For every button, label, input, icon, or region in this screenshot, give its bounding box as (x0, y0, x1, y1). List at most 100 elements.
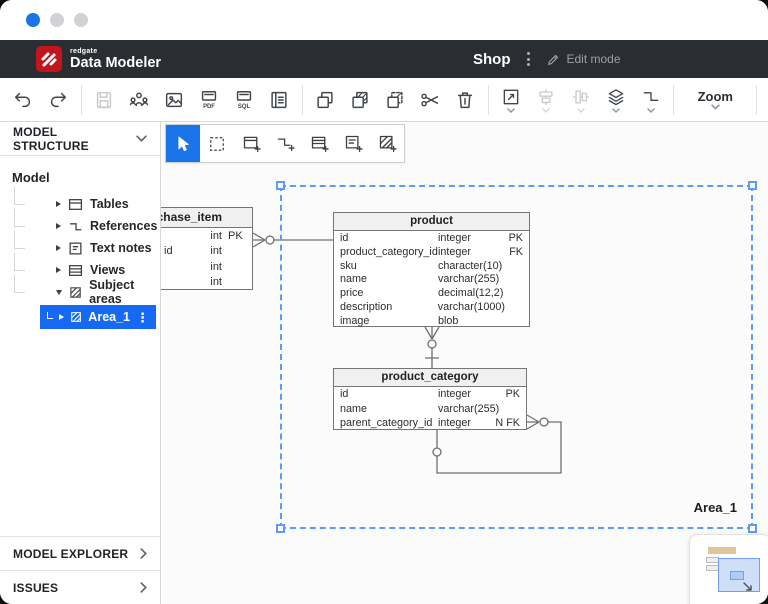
align-vertical-dropdown[interactable] (564, 81, 599, 119)
chevron-down-icon (507, 108, 515, 113)
edit-mode-label: Edit mode (567, 52, 621, 66)
er-column-row[interactable]: pricedecimal(12,2) (334, 286, 529, 300)
delete-button[interactable] (448, 81, 483, 119)
resize-handle-top-left[interactable] (276, 181, 285, 190)
expand-arrow-icon[interactable] (56, 267, 61, 273)
expand-arrow-icon[interactable] (59, 314, 64, 320)
brand-text: redgate Data Modeler (70, 48, 161, 71)
model-structure-title: MODEL STRUCTURE (13, 125, 136, 153)
add-view-icon (309, 133, 330, 154)
reference-icon (68, 219, 83, 234)
sidebar-item-label: Subject areas (89, 278, 160, 306)
chevron-down-icon (711, 104, 720, 110)
left-sidebar: MODEL STRUCTURE Model Tables References (0, 122, 161, 604)
paste-subject-area-button[interactable] (378, 81, 413, 119)
model-explorer-title: MODEL EXPLORER (13, 547, 128, 561)
toolbar-divider (81, 85, 82, 115)
er-column-row[interactable]: int (161, 275, 252, 291)
sidebar-item-label: Text notes (90, 241, 152, 255)
copy-subject-area-button[interactable] (343, 81, 378, 119)
reference-style-dropdown[interactable] (634, 81, 669, 119)
undo-button[interactable] (6, 81, 41, 119)
window-titlebar (0, 0, 768, 40)
toolbar-divider (673, 85, 674, 115)
export-pdf-button[interactable]: PDF (192, 81, 227, 119)
er-column-row[interactable]: product_category_idintegerFK (334, 245, 529, 259)
er-column-row[interactable]: idint (161, 244, 252, 260)
er-column-row[interactable]: imageblob (334, 314, 529, 328)
sidebar-item-subject-areas[interactable]: Subject areas (0, 281, 160, 303)
marquee-select-tool[interactable] (200, 125, 234, 162)
tree-elbow-icon (47, 312, 53, 319)
item-menu-kebab-icon[interactable]: ⋮ (136, 311, 149, 324)
layers-dropdown[interactable] (599, 81, 634, 119)
cut-button[interactable] (413, 81, 448, 119)
er-column-row[interactable]: idintegerPK (334, 387, 526, 402)
export-sql-button[interactable]: SQL (227, 81, 262, 119)
er-column-row[interactable]: int (161, 259, 252, 275)
main-toolbar: PDF SQL (0, 78, 768, 122)
er-table-purchase-item[interactable]: chase_item intPK idint int int (161, 207, 253, 290)
chevron-down-icon (577, 108, 585, 113)
er-column-row[interactable]: parent_category_idintegerN FK (334, 416, 526, 431)
diagram-canvas[interactable]: Area_1 (161, 122, 768, 604)
views-icon (68, 263, 83, 278)
expand-arrow-icon[interactable] (56, 201, 61, 207)
redgate-logo-icon (36, 46, 62, 72)
align-horizontal-dropdown[interactable] (529, 81, 564, 119)
canvas-tool-palette (165, 124, 405, 163)
resize-handle-top-right[interactable] (748, 181, 757, 190)
add-table-tool[interactable] (234, 125, 268, 162)
add-reference-tool[interactable] (268, 125, 302, 162)
brand-top-label: redgate (70, 48, 161, 55)
model-menu-kebab-icon[interactable] (523, 48, 534, 70)
chevron-right-icon (140, 582, 147, 593)
er-table-header[interactable]: product (334, 213, 529, 231)
er-table-header[interactable]: chase_item (161, 208, 252, 228)
add-text-note-tool[interactable] (336, 125, 370, 162)
window-control-1[interactable] (26, 13, 40, 27)
minimap-subject-area-shape (730, 571, 744, 580)
er-table-product-category[interactable]: product_category idintegerPK namevarchar… (333, 368, 527, 430)
model-title: Shop (473, 51, 511, 68)
minimap[interactable] (689, 534, 768, 604)
er-column-row[interactable]: namevarchar(255) (334, 402, 526, 417)
zoom-dropdown[interactable]: Zoom (679, 81, 751, 119)
add-subject-area-tool[interactable] (370, 125, 404, 162)
save-button[interactable] (87, 81, 122, 119)
export-image-button[interactable] (157, 81, 192, 119)
report-button[interactable] (262, 81, 297, 119)
model-explorer-header[interactable]: MODEL EXPLORER (0, 536, 160, 570)
copy-button[interactable] (308, 81, 343, 119)
er-table-product[interactable]: product idintegerPK product_category_idi… (333, 212, 530, 327)
window-control-3[interactable] (74, 13, 88, 27)
er-column-row[interactable]: intPK (161, 228, 252, 244)
expand-arrow-icon[interactable] (56, 245, 61, 251)
er-table-header[interactable]: product_category (334, 369, 526, 387)
sidebar-item-label: Views (90, 263, 125, 277)
model-structure-header[interactable]: MODEL STRUCTURE (0, 122, 160, 156)
collapse-arrow-icon[interactable] (56, 290, 62, 295)
window-control-2[interactable] (50, 13, 64, 27)
edit-mode-indicator[interactable]: Edit mode (546, 52, 621, 67)
auto-size-dropdown[interactable] (494, 81, 529, 119)
resize-handle-bottom-right[interactable] (748, 524, 757, 533)
expand-arrow-icon[interactable] (56, 223, 61, 229)
redo-button[interactable] (41, 81, 76, 119)
select-tool[interactable] (166, 125, 200, 162)
table-icon (68, 197, 83, 212)
sidebar-item-area-1[interactable]: Area_1 ⋮ (40, 305, 156, 329)
er-column-row[interactable]: namevarchar(255) (334, 273, 529, 287)
chevron-down-icon (542, 108, 550, 113)
resize-handle-bottom-left[interactable] (276, 524, 285, 533)
er-column-row[interactable]: idintegerPK (334, 231, 529, 245)
share-button[interactable] (122, 81, 157, 119)
er-column-row[interactable]: skucharacter(10) (334, 259, 529, 273)
resize-arrow-icon[interactable] (742, 581, 754, 593)
add-subject-area-icon (377, 133, 398, 154)
add-view-tool[interactable] (302, 125, 336, 162)
add-text-note-icon (343, 133, 364, 154)
issues-title: ISSUES (13, 581, 58, 595)
er-column-row[interactable]: descriptionvarchar(1000) (334, 300, 529, 314)
issues-header[interactable]: ISSUES (0, 570, 160, 604)
